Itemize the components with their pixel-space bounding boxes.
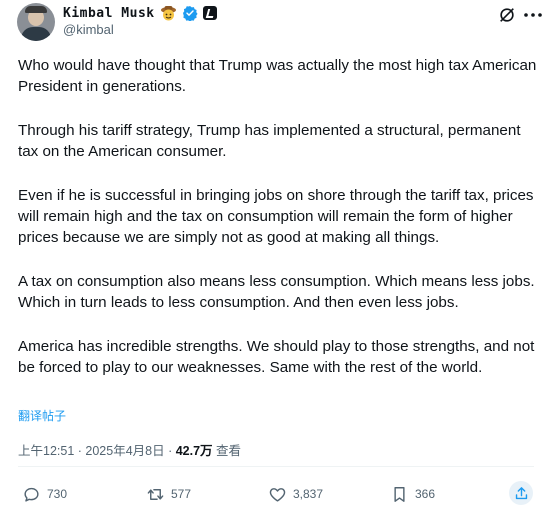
- meta-separator: ·: [164, 444, 176, 458]
- share-button[interactable]: [509, 481, 533, 505]
- avatar[interactable]: [17, 3, 55, 41]
- tweet-paragraph: A tax on consumption also means less con…: [18, 273, 535, 311]
- views-label: 查看: [212, 444, 242, 458]
- more-options-icon[interactable]: [523, 10, 543, 20]
- views-count[interactable]: 42.7万: [176, 444, 213, 458]
- tweet-header: Kimbal Musk @kimbal: [0, 0, 550, 48]
- bookmark-button[interactable]: 366: [390, 483, 435, 505]
- affiliate-badge-icon[interactable]: [202, 6, 217, 20]
- divider: [18, 466, 534, 467]
- tweet-time[interactable]: 上午12:51: [18, 444, 74, 458]
- like-count: 3,837: [293, 487, 324, 501]
- repost-button[interactable]: 577: [146, 483, 191, 505]
- author-display-name[interactable]: Kimbal Musk: [63, 6, 155, 21]
- author-name-row: Kimbal Musk: [63, 3, 217, 23]
- bookmark-icon: [394, 486, 405, 502]
- reply-icon: [24, 487, 39, 502]
- tweet-paragraph: Even if he is successful in bringing job…: [18, 187, 534, 246]
- tweet-paragraph: Through his tariff strategy, Trump has i…: [18, 122, 521, 160]
- tweet-paragraph: Who would have thought that Trump was ac…: [18, 57, 537, 95]
- repost-count: 577: [171, 487, 192, 501]
- like-button[interactable]: 3,837: [268, 483, 323, 505]
- cowboy-hat-emoji-icon: [160, 5, 177, 21]
- verified-badge-icon[interactable]: [182, 5, 198, 21]
- tweet-metadata: 上午12:51 · 2025年4月8日 · 42.7万 查看: [18, 440, 241, 459]
- grok-icon[interactable]: [498, 6, 516, 24]
- heart-icon: [269, 487, 286, 502]
- repost-icon: [147, 488, 164, 500]
- tweet-text: Who would have thought that Trump was ac…: [18, 55, 538, 378]
- share-icon: [515, 486, 527, 499]
- reply-button[interactable]: 730: [22, 483, 67, 505]
- reply-count: 730: [47, 487, 68, 501]
- tweet-paragraph: America has incredible strengths. We sho…: [18, 338, 535, 376]
- author-handle[interactable]: @kimbal: [63, 22, 114, 37]
- translate-post-link[interactable]: 翻译帖子: [18, 407, 66, 424]
- meta-separator: ·: [74, 444, 86, 458]
- bookmark-count: 366: [415, 487, 436, 501]
- tweet-date[interactable]: 2025年4月8日: [85, 444, 164, 458]
